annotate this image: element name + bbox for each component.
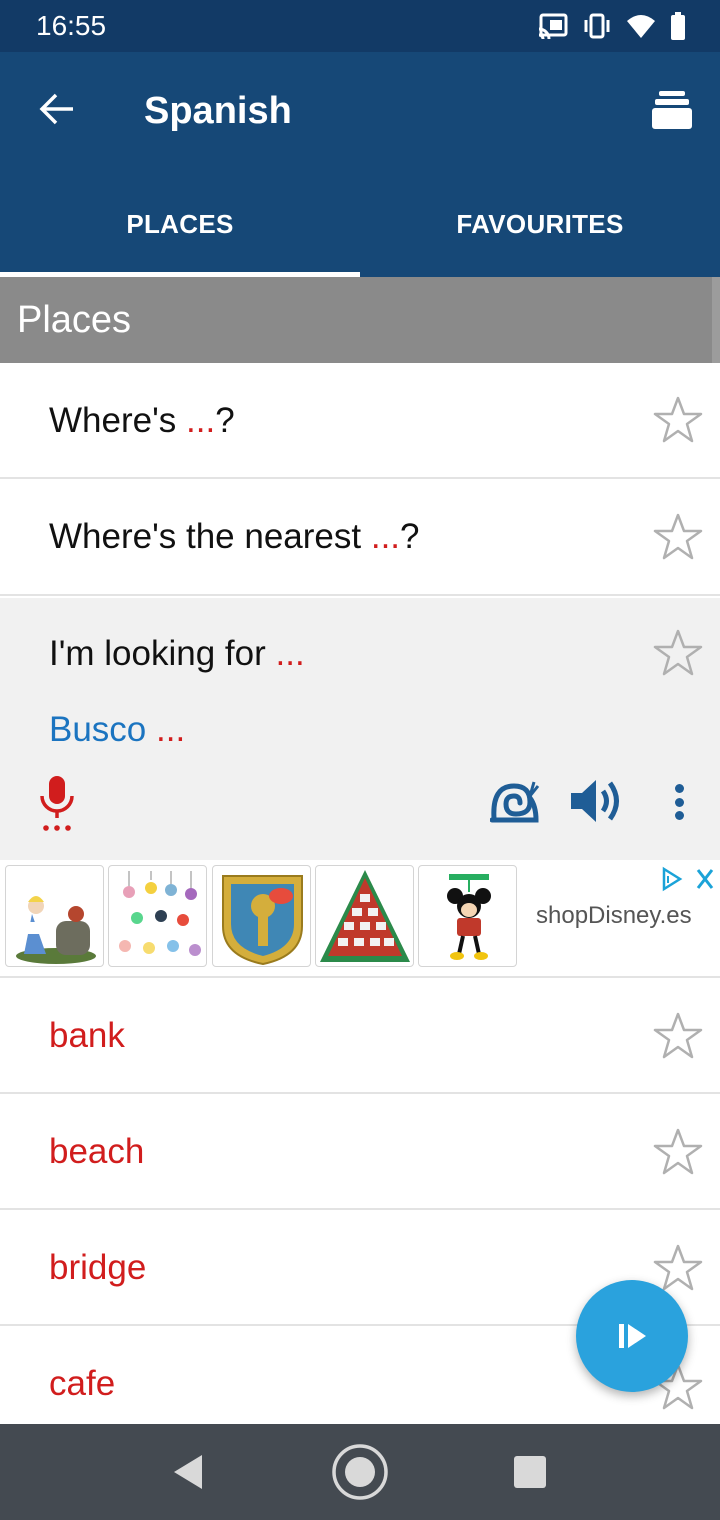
translation-text: Busco ... (49, 710, 185, 750)
more-dot (674, 784, 684, 793)
phrase-text: I'm looking for ... (49, 634, 305, 674)
nav-back-icon[interactable] (170, 1452, 206, 1492)
star-icon[interactable] (653, 512, 703, 562)
ad-brand[interactable]: shopDisney.es (536, 902, 692, 930)
ad-thumbnail[interactable] (5, 865, 104, 967)
phrase-row[interactable]: Where's ...? (0, 363, 720, 479)
stack-icon (652, 91, 692, 129)
phrase-placeholder: ... (275, 634, 305, 673)
play-icon (619, 1324, 646, 1348)
system-nav-bar (0, 1424, 720, 1520)
star-icon[interactable] (653, 1243, 703, 1293)
status-icons (538, 10, 686, 42)
translation-placeholder: ... (156, 710, 186, 749)
ornaments-image (119, 871, 201, 956)
figurine-image (16, 896, 96, 964)
word-row[interactable]: beach (0, 1094, 720, 1210)
word-label: beach (49, 1132, 145, 1171)
calendar-image (320, 870, 410, 962)
star-icon[interactable] (653, 1127, 703, 1177)
wifi-icon (627, 15, 655, 38)
play-all-button[interactable] (576, 1280, 688, 1392)
nav-recents-icon[interactable] (514, 1456, 546, 1488)
phrase-text-part: Where's the nearest (49, 517, 371, 556)
more-options-button[interactable] (664, 778, 694, 826)
phrase-text-end: ? (400, 517, 420, 556)
vibrate-icon (584, 13, 610, 39)
phrase-text: Where's ...? (49, 401, 235, 441)
microphone-icon[interactable] (34, 774, 80, 834)
pin-image (222, 875, 303, 966)
status-bar: 16:55 (0, 0, 720, 52)
word-label: bank (49, 1016, 125, 1055)
slow-speed-icon[interactable] (490, 778, 540, 824)
word-row[interactable]: bank (0, 978, 720, 1094)
collection-menu-button[interactable] (646, 82, 698, 138)
tab-places[interactable]: PLACES (0, 172, 360, 277)
star-icon[interactable] (653, 1011, 703, 1061)
tab-favourites[interactable]: FAVOURITES (360, 172, 720, 277)
cast-icon (538, 13, 568, 39)
word-label: cafe (49, 1364, 116, 1403)
ad-thumbnail[interactable] (418, 865, 517, 967)
arrow-left-icon (39, 93, 73, 125)
battery-icon (671, 12, 685, 40)
word-label: bridge (49, 1248, 147, 1287)
ad-thumbnail[interactable] (212, 865, 311, 967)
page-title: Spanish (144, 90, 292, 132)
more-dot (674, 797, 684, 807)
ad-thumbnail[interactable] (108, 865, 207, 967)
status-time: 16:55 (36, 10, 107, 41)
mickey-image (447, 874, 491, 960)
app-bar: Spanish PLACES FAVOURITES (0, 52, 720, 277)
star-icon[interactable] (653, 628, 703, 678)
nav-home-icon[interactable] (330, 1442, 390, 1502)
ad-choices-icon[interactable] (660, 866, 716, 892)
phrase-text-part: Where's (49, 401, 186, 440)
section-header: Places (0, 277, 720, 363)
star-icon[interactable] (653, 395, 703, 445)
phrase-placeholder: ... (370, 517, 401, 556)
phrase-text-part: I'm looking for (49, 634, 276, 673)
translation-part: Busco (49, 710, 156, 749)
ad-thumbnail[interactable] (315, 865, 414, 967)
ad-banner[interactable]: shopDisney.es (0, 860, 720, 978)
expanded-phrase[interactable]: I'm looking for ... Busco ... (0, 598, 720, 860)
back-button[interactable] (30, 82, 84, 136)
speaker-icon[interactable] (568, 776, 626, 826)
phrase-text-end: ? (215, 401, 235, 440)
phrase-text: Where's the nearest ...? (49, 517, 420, 557)
phrase-placeholder: ... (186, 401, 216, 440)
more-dot (674, 811, 684, 820)
phrase-row[interactable]: Where's the nearest ...? (0, 479, 720, 596)
